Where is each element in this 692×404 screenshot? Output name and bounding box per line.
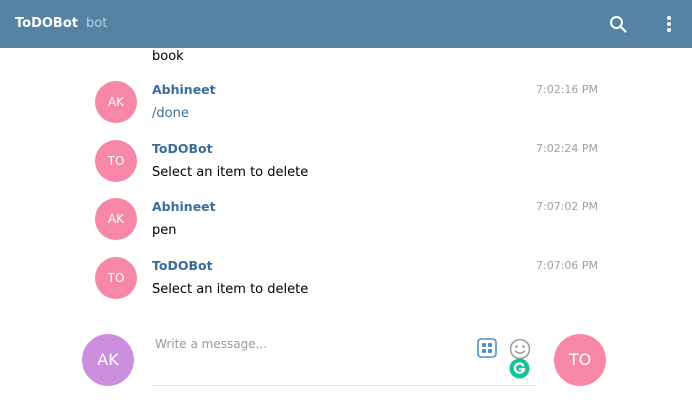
message-item: AK Abhineet 7:07:02 PM pen (0, 198, 692, 248)
message-history[interactable]: book AK Abhineet 7:02:16 PM /done TO ToD… (0, 48, 692, 310)
chat-header: ToDOBot bot (0, 0, 692, 48)
chat-subtitle: bot (86, 16, 108, 31)
message-composer: AK TO (0, 318, 692, 404)
chat-title[interactable]: ToDOBot (15, 15, 78, 33)
message-text: Select an item to delete (152, 165, 309, 180)
message-time: 7:02:16 PM (536, 83, 599, 96)
avatar[interactable]: TO (95, 257, 137, 299)
message-item: TO ToDOBot 7:02:24 PM Select an item to … (0, 140, 692, 190)
message-text: pen (152, 223, 177, 238)
avatar[interactable]: TO (95, 140, 137, 182)
message-time: 7:07:02 PM (536, 200, 599, 213)
message-text[interactable]: /done (152, 105, 189, 122)
message-input[interactable] (152, 332, 475, 356)
grammarly-icon[interactable] (509, 358, 530, 379)
peer-avatar[interactable]: TO (554, 334, 606, 386)
message-text: Select an item to delete (152, 282, 309, 297)
message-time: 7:07:06 PM (536, 259, 599, 272)
message-sender[interactable]: Abhineet (152, 199, 216, 215)
message-sender[interactable]: ToDOBot (152, 141, 213, 157)
search-icon[interactable] (609, 15, 627, 33)
input-underline (152, 385, 536, 386)
message-sender[interactable]: Abhineet (152, 82, 216, 98)
emoji-icon[interactable] (509, 338, 531, 360)
commands-icon[interactable] (477, 338, 497, 358)
avatar[interactable]: AK (95, 198, 137, 240)
message-item: AK Abhineet 7:02:16 PM /done (0, 81, 692, 131)
message-item: TO ToDOBot 7:07:06 PM Select an item to … (0, 257, 692, 307)
my-avatar[interactable]: AK (82, 334, 134, 386)
message-sender[interactable]: ToDOBot (152, 258, 213, 274)
avatar[interactable]: AK (95, 81, 137, 123)
message-time: 7:02:24 PM (536, 142, 599, 155)
message-text-partial: book (152, 49, 184, 64)
more-vertical-icon[interactable] (663, 14, 675, 34)
